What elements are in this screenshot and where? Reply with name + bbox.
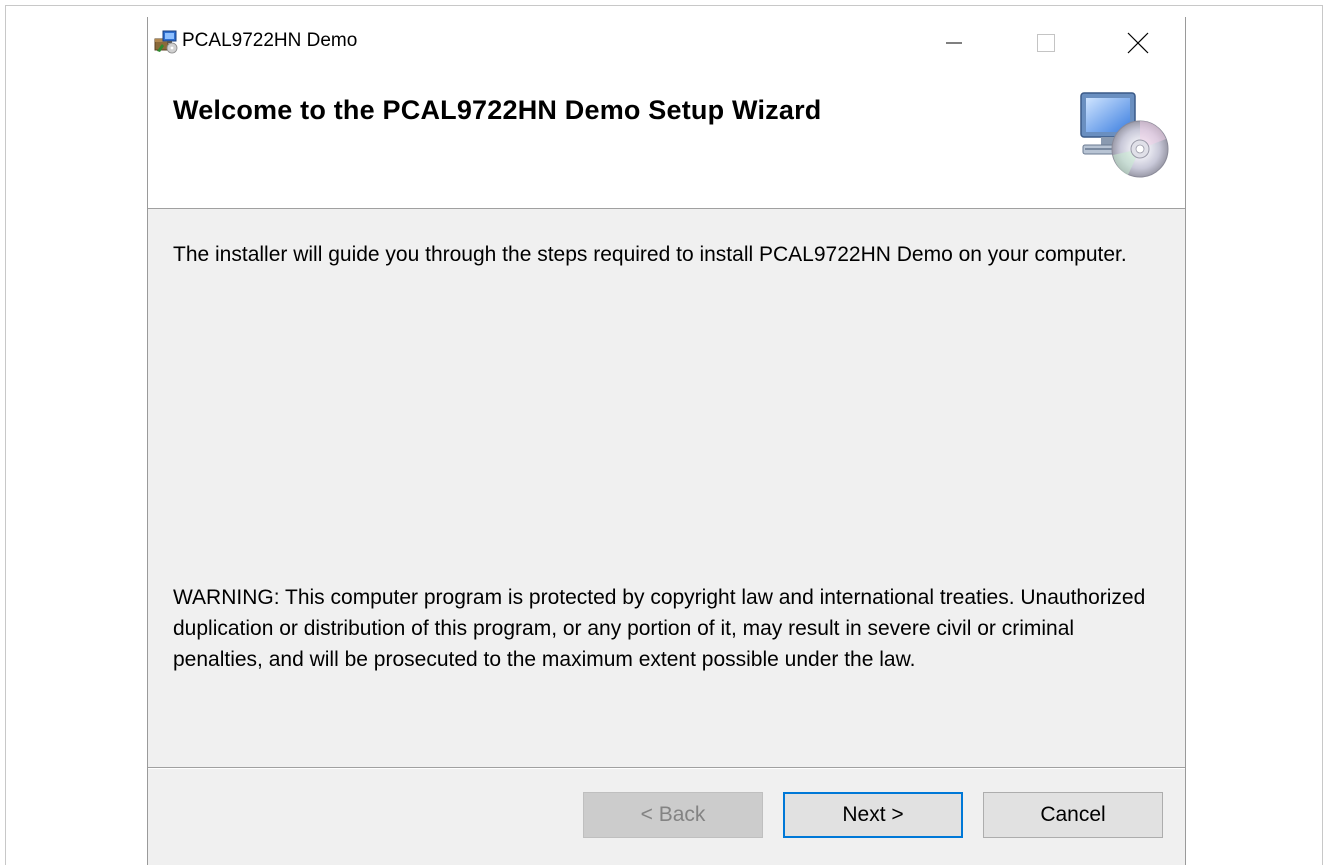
wizard-heading: Welcome to the PCAL9722HN Demo Setup Wiz…	[173, 95, 822, 125]
intro-text: The installer will guide you through the…	[173, 243, 1127, 266]
maximize-icon	[1037, 34, 1055, 52]
close-button[interactable]	[1092, 17, 1184, 69]
next-button[interactable]: Next >	[783, 792, 963, 838]
installer-package-icon	[154, 30, 178, 54]
cancel-button[interactable]: Cancel	[983, 792, 1163, 838]
installer-window: PCAL9722HN Demo Welcome to the PCAL9722H…	[147, 17, 1186, 865]
maximize-button[interactable]	[1000, 17, 1092, 69]
wizard-banner: Welcome to the PCAL9722HN Demo Setup Wiz…	[148, 69, 1185, 209]
minimize-button[interactable]	[908, 17, 1000, 69]
copyright-warning: WARNING: This computer program is protec…	[173, 586, 1146, 671]
back-button[interactable]: < Back	[583, 792, 763, 838]
title-bar[interactable]: PCAL9722HN Demo	[148, 17, 1185, 69]
close-icon	[1127, 32, 1149, 54]
footer-divider-highlight	[148, 768, 1185, 769]
computer-cd-icon	[1080, 92, 1169, 178]
window-title: PCAL9722HN Demo	[182, 30, 358, 51]
minimize-icon	[946, 42, 962, 44]
